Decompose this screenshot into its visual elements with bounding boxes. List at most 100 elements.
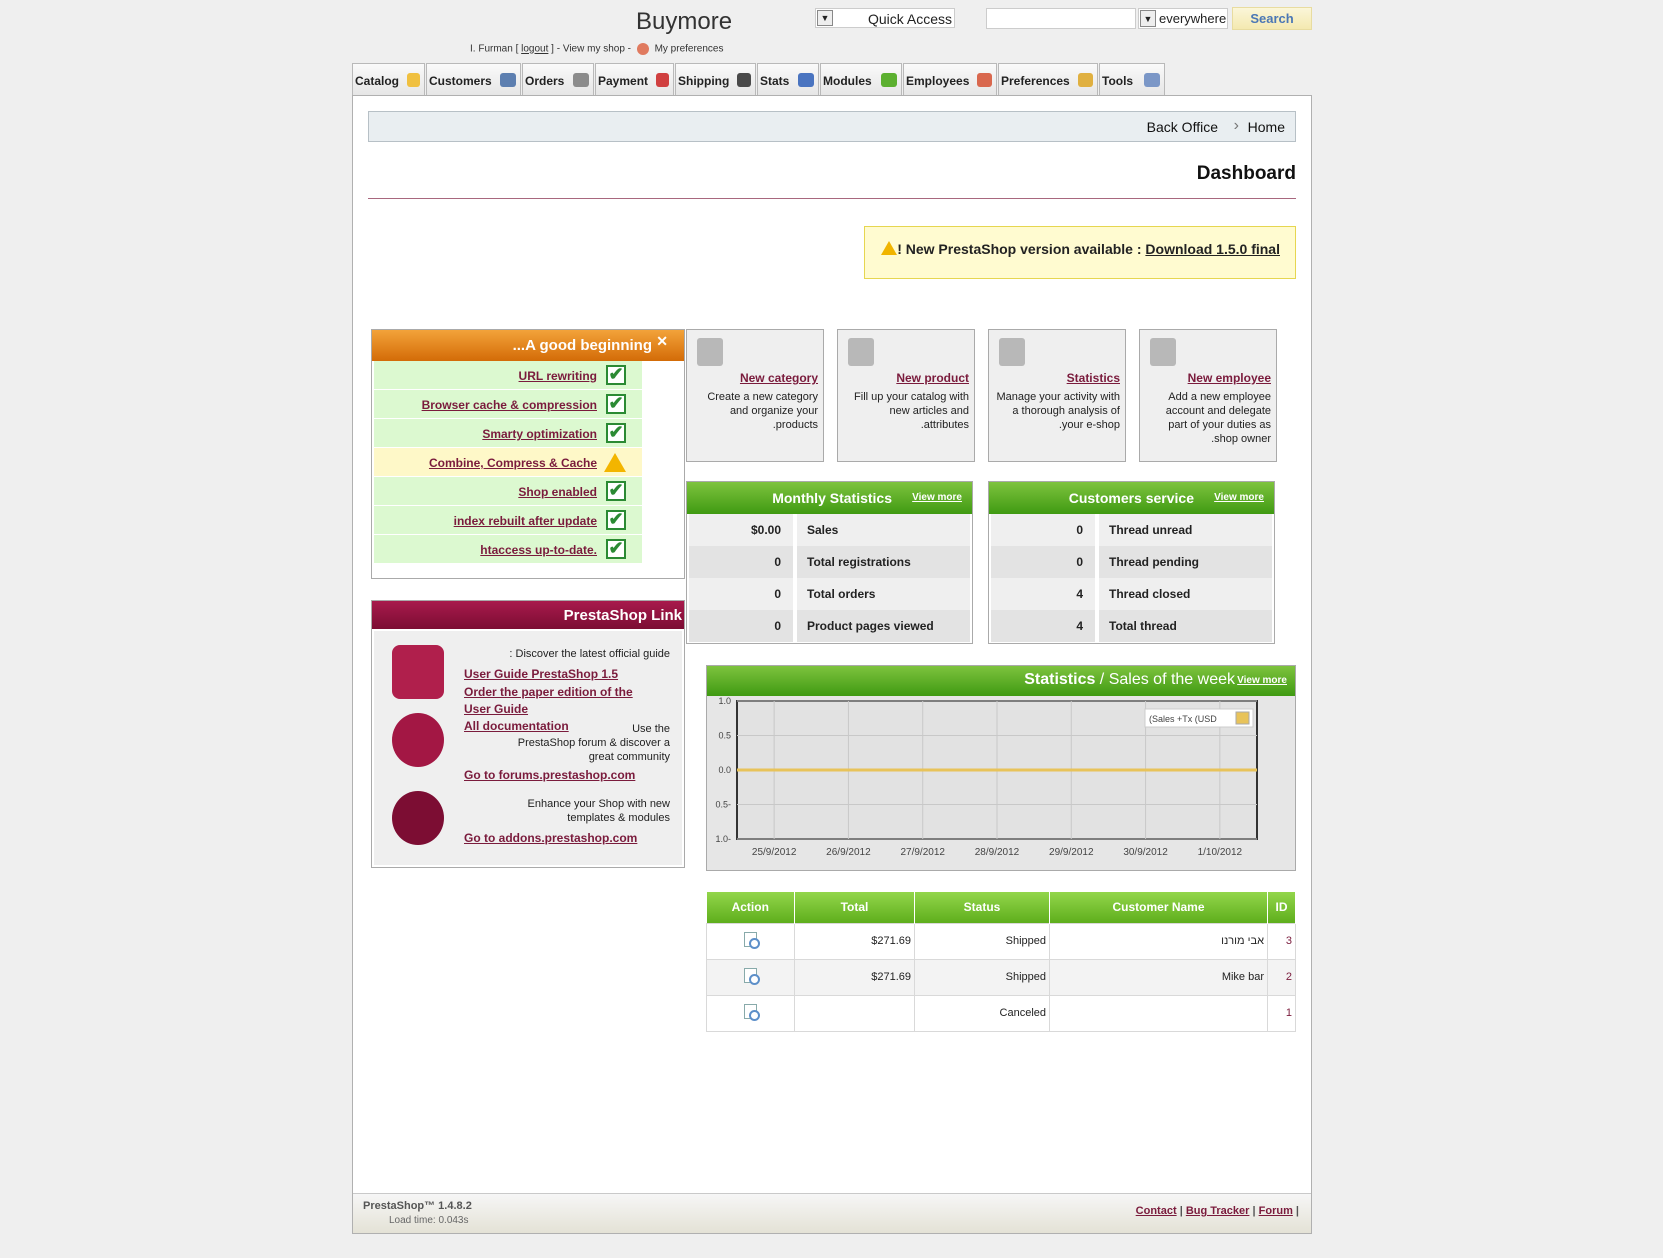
col-id: ID [1267, 892, 1296, 923]
wrench-icon [1144, 73, 1160, 87]
order-id: 1 [1267, 994, 1296, 1032]
footer-links: Contact | Bug Tracker | Forum | [1136, 1205, 1299, 1217]
y-tick-label: 0.0 [718, 765, 731, 775]
book-icon [697, 338, 723, 366]
checklist-item: Shop enabled ✔ [374, 477, 642, 506]
tab-payment[interactable]: Payment [595, 63, 674, 95]
action-cell [706, 994, 795, 1032]
all-documentation-link[interactable]: All documentation [464, 719, 569, 733]
tab-modules[interactable]: Modules [820, 63, 902, 95]
user-guide-link[interactable]: User Guide PrestaShop 1.5 [464, 667, 618, 681]
x-tick-label: 27/9/2012 [900, 847, 945, 858]
orders-table: Action Total Status Customer Name ID $27… [706, 892, 1296, 1032]
stat-row: 0 Product pages viewed [689, 610, 970, 642]
checkmark-icon: ✔ [606, 510, 626, 530]
checklist-link[interactable]: Smarty optimization [482, 427, 597, 441]
download-update-link[interactable]: Download 1.5.0 final [1145, 241, 1280, 257]
title-divider [368, 198, 1296, 199]
quick-action-title[interactable]: New employee [1188, 371, 1271, 385]
view-shop-link[interactable]: ] - View my shop - [551, 44, 631, 55]
tab-orders[interactable]: Orders [522, 63, 594, 95]
prestashop-links-body: : Discover the latest official guide Use… [374, 631, 682, 865]
tab-shipping[interactable]: Shipping [675, 63, 756, 95]
my-preferences-link[interactable]: My preferences [655, 44, 724, 55]
sales-chart-header: Statistics / Sales of the week View more [707, 666, 1295, 696]
sales-chart-panel: Statistics / Sales of the week View more… [706, 665, 1296, 871]
quick-action-new-category[interactable]: New category Create a new category and or… [686, 329, 824, 462]
view-order-icon[interactable] [744, 932, 760, 949]
page-title: Dashboard [1196, 163, 1296, 184]
footer: PrestaShop™ 1.4.8.2 Load time: 0.043s Co… [353, 1193, 1311, 1233]
tab-employees[interactable]: Employees [903, 63, 997, 95]
view-order-icon[interactable] [744, 1004, 760, 1021]
paper-edition-link[interactable]: Order the paper edition of the [464, 685, 633, 699]
quick-action-new-product[interactable]: New product Fill up your catalog with new… [837, 329, 975, 462]
checklist-link[interactable]: htaccess up-to-date. [480, 543, 597, 557]
tab-customers[interactable]: Customers [426, 63, 521, 95]
data-point [772, 768, 776, 772]
tab-preferences[interactable]: Preferences [998, 63, 1098, 95]
stat-value: 0 [991, 514, 1095, 546]
table-row: $271.69 Shipped אבי מורנו 3 [706, 922, 1296, 960]
view-order-icon[interactable] [744, 968, 760, 985]
quick-action-title[interactable]: New product [896, 371, 969, 385]
contact-link[interactable]: Contact [1136, 1205, 1177, 1217]
chevron-right-icon: › [1233, 117, 1239, 134]
sales-chart-title-bold: Statistics [1024, 671, 1096, 688]
truck-icon [737, 73, 751, 87]
forums-link[interactable]: Go to forums.prestashop.com [464, 768, 635, 782]
forum-text-1: Use the [632, 723, 670, 735]
tab-stats[interactable]: Stats [757, 63, 819, 95]
breadcrumb-back-office[interactable]: Back Office [1147, 119, 1218, 135]
close-icon[interactable]: ✕ [656, 333, 668, 350]
bug-tracker-link[interactable]: Bug Tracker [1186, 1205, 1250, 1217]
tab-catalog[interactable]: Catalog [352, 63, 425, 95]
tab-label: Catalog [355, 74, 400, 88]
guide-intro: : Discover the latest official guide [509, 648, 670, 660]
checklist-link[interactable]: Combine, Compress & Cache [429, 456, 597, 470]
logout-link[interactable]: logout [521, 44, 548, 55]
data-point [921, 768, 925, 772]
search-input[interactable] [986, 8, 1136, 29]
checklist-link[interactable]: URL rewriting [519, 369, 597, 383]
customer-service-title: Customers service [1068, 490, 1194, 506]
search-scope-select[interactable]: ▼ everywhere [1138, 8, 1228, 29]
x-tick-label: 25/9/2012 [752, 847, 797, 858]
chart-view-more-link[interactable]: View more [1237, 675, 1287, 686]
footer-sep: | [1295, 1205, 1299, 1217]
tab-tools[interactable]: Tools [1099, 63, 1165, 95]
tab-label: Orders [525, 74, 565, 88]
quick-action-new-employee[interactable]: New employee Add a new employee account a… [1139, 329, 1277, 462]
user-name: I. Furman [ [470, 43, 519, 55]
puzzle-icon [881, 73, 897, 87]
quick-access-select[interactable]: ▼ Quick Access [815, 8, 955, 28]
x-tick-label: 30/9/2012 [1123, 847, 1168, 858]
sales-chart: 1.0 0.5 0.0 0.5- 1.0- 25/9/2012 26/9/2012 27/9/… [715, 696, 1258, 858]
line-chart-icon [999, 338, 1025, 366]
stat-row: 4 Thread closed [991, 578, 1272, 610]
gears-addons-icon [392, 791, 444, 845]
service-view-more-link[interactable]: View more [1214, 492, 1264, 503]
monthly-view-more-link[interactable]: View more [912, 492, 962, 503]
stat-value: 0 [689, 546, 793, 578]
search-button[interactable]: Search [1232, 7, 1312, 30]
shop-name: Buymore [636, 8, 733, 35]
checklist-link[interactable]: Browser cache & compression [422, 398, 597, 412]
stat-row: 0 Thread unread [991, 514, 1272, 546]
tab-label: Preferences [1001, 74, 1070, 88]
user-line: I. Furman [ logout ] - View my shop - My… [470, 43, 724, 55]
quick-action-title[interactable]: Statistics [1067, 371, 1120, 385]
breadcrumb-home[interactable]: Home [1248, 119, 1285, 135]
update-text: ! New PrestaShop version available : Dow… [897, 241, 1280, 257]
addons-link[interactable]: Go to addons.prestashop.com [464, 831, 637, 845]
order-status: Shipped [914, 958, 1050, 996]
checklist-link[interactable]: index rebuilt after update [454, 514, 597, 528]
quick-action-title[interactable]: New category [740, 371, 818, 385]
checklist-link[interactable]: Shop enabled [518, 485, 597, 499]
quick-action-statistics[interactable]: Statistics Manage your activity with a th… [988, 329, 1126, 462]
forum-speech-icon [392, 713, 444, 767]
paper-edition-link-2[interactable]: User Guide [464, 702, 528, 716]
warning-icon [881, 241, 897, 255]
forum-link[interactable]: Forum [1259, 1205, 1293, 1217]
stat-value: 0 [991, 546, 1095, 578]
